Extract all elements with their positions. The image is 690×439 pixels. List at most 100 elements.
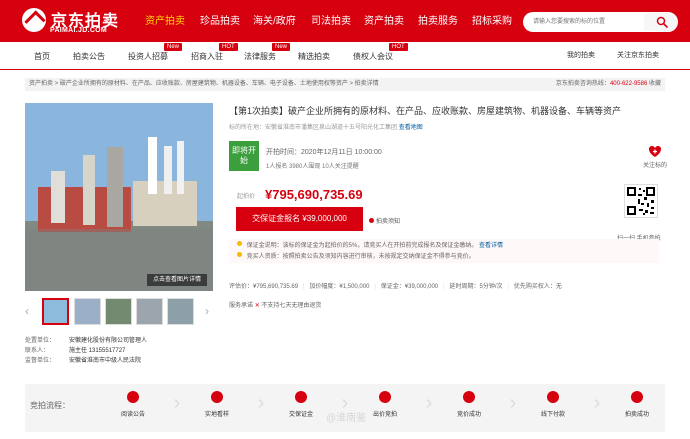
organizer-info: 处置单位： 安徽建化股份有限公司管理人 联系人： 施主任 13155517727 监… — [25, 337, 230, 367]
view-image-details-button[interactable]: 点击查看图片详情 — [147, 274, 207, 286]
auction-location: 标的所在地：安徽省淮南市潘集区泉山湖道十五号阳光化工集团 查看地图 — [229, 124, 423, 133]
warning-dot-icon — [237, 241, 242, 246]
step-label: 阅读公告 — [120, 412, 145, 418]
deposit-amount: 保证金：¥39,000,000 — [380, 284, 439, 290]
search-input[interactable] — [523, 12, 633, 32]
factory-photo-icon — [25, 103, 213, 291]
eye-icon — [211, 391, 223, 403]
location-text: 标的所在地：安徽省淮南市潘集区泉山湖道十五号阳光化工集团 — [229, 125, 398, 131]
auction-meta-row: 评估价：¥795,690,735.69 | 加价幅度：¥1,500,000 | … — [229, 282, 669, 293]
jd-auction-logo[interactable]: 京东拍卖 PAIMAI.JD.COM — [22, 6, 132, 38]
success-icon — [463, 391, 475, 403]
divider: | — [443, 284, 445, 290]
service-commitment: 服务承诺 ✕ 不支持七天无理由退货 — [229, 301, 321, 312]
warning-text: 保证金说明：该标的保证金为起拍价的5%，请竞买人在开拍前完成报名及保证金缴纳。 — [246, 243, 478, 249]
nav-customs-government[interactable]: 海关/政府 — [253, 12, 296, 32]
divider: | — [374, 284, 376, 290]
supervising-unit: 监督单位： 安徽省淮南市中级人民法院 — [25, 358, 142, 364]
sub-nav-home[interactable]: 首页 — [34, 51, 50, 63]
document-icon — [127, 391, 139, 403]
search-box — [523, 12, 643, 32]
auction-main-image[interactable]: 点击查看图片详情 — [25, 103, 213, 291]
hot-badge: HOT — [219, 43, 238, 51]
sub-nav-label: 债权人会议 — [353, 52, 393, 61]
nav-auction-service[interactable]: 拍卖服务 — [418, 12, 458, 32]
bid-increment: 加价幅度：¥1,500,000 — [309, 284, 370, 290]
new-badge: New — [164, 43, 183, 51]
view-map-link[interactable]: 查看地图 — [399, 125, 423, 131]
qr-code-icon — [625, 185, 657, 217]
hotline: 京东拍卖咨询热线：400-622-9586 收藏 — [556, 78, 661, 91]
auction-status-badge: 即将开始 — [229, 141, 259, 171]
nav-procurement[interactable]: 招标采购 — [472, 12, 512, 32]
step-label: 出价竞拍 — [372, 412, 397, 418]
payment-icon — [547, 391, 559, 403]
thumbnail-image[interactable] — [42, 298, 69, 325]
thumbnail-image[interactable] — [74, 298, 101, 325]
process-title: 竞拍流程： — [30, 401, 70, 410]
search-button[interactable] — [643, 12, 678, 32]
nav-asset-auction[interactable]: 资产拍卖 — [145, 12, 185, 32]
auction-process: 竞拍流程： 阅读公告 › 实地看样 › 交保证金 › 出价竞拍 › 竞价成功 ›… — [25, 384, 665, 432]
top-navigation: 京东拍卖 PAIMAI.JD.COM 资产拍卖 珍品拍卖 海关/政府 司法拍卖 … — [0, 0, 690, 42]
step-label: 交保证金 — [288, 412, 313, 418]
process-step-auction-complete: 拍卖成功 — [607, 391, 667, 427]
auction-title: 【第1次拍卖】破产企业所拥有的原材料、在产品、应收账款、房屋建筑物、机器设备、车… — [229, 106, 622, 116]
warning-details-link[interactable]: 查看详情 — [479, 243, 503, 249]
sub-nav-investor-recruitment[interactable]: 投资人招募 New — [128, 43, 183, 63]
thumbnail-image[interactable] — [105, 298, 132, 325]
service-text: 不支持七天无理由退货 — [261, 303, 322, 309]
starting-price: 起拍价 ¥795,690,735.69 — [229, 187, 559, 202]
deposit-signup-button[interactable]: 交保证金报名 ¥39,000,000 — [236, 207, 363, 231]
nav-collectibles[interactable]: 珍品拍卖 — [200, 12, 240, 32]
my-auction-link[interactable]: 我的拍卖 — [567, 50, 595, 62]
collect-link[interactable]: 收藏 — [649, 81, 661, 87]
follow-auction-link[interactable]: 关注京东拍卖 — [617, 50, 659, 62]
deposit-warning: 保证金说明：该标的保证金为起拍价的5%，请竞买人在开拍前完成报名及保证金缴纳。 … — [237, 241, 503, 250]
image-watermark: @淮南鉴 — [326, 413, 367, 424]
qualification-warning: 竞买人资质：按照拍卖公告及须知内容进行审核，未按规定交纳保证金不得参与竞价。 — [237, 252, 475, 261]
sub-nav-featured[interactable]: 精选拍卖 — [298, 51, 330, 63]
divider: | — [507, 284, 509, 290]
thumbnail-prev-icon[interactable]: ‹ — [25, 304, 31, 318]
hotline-label: 京东拍卖咨询热线： — [555, 81, 610, 87]
brand-mark-icon — [22, 8, 46, 32]
thumbnail-next-icon[interactable]: › — [205, 304, 211, 318]
price-value: ¥795,690,735.69 — [265, 187, 363, 202]
sub-nav-legal-service[interactable]: 法律服务 New — [244, 43, 291, 63]
service-label: 服务承诺 — [229, 303, 254, 309]
bid-icon — [379, 391, 391, 403]
brand-domain: PAIMAI.JD.COM — [50, 27, 108, 34]
sub-nav-merchant-entry[interactable]: 招商入驻 HOT — [191, 43, 238, 63]
follow-label: 关注标的 — [642, 163, 667, 169]
sub-nav-label: 法律服务 — [244, 52, 276, 61]
nav-judicial-auction[interactable]: 司法拍卖 — [311, 12, 351, 32]
warning-dot-icon — [237, 252, 242, 257]
hotline-number: 400-622-9586 — [609, 81, 648, 87]
nav-asset-auction-secondary[interactable]: 资产拍卖 — [364, 12, 404, 32]
disposal-unit: 处置单位： 安徽建化股份有限公司管理人 — [25, 338, 148, 344]
process-step-success: 竞价成功 — [439, 391, 499, 427]
step-label: 竞价成功 — [456, 412, 481, 418]
thumbnail-image[interactable] — [167, 298, 194, 325]
breadcrumb: 资产拍卖 > 破产企业所拥有的原材料、在产品、应收账款、房屋建筑物、机器设备、车… — [25, 78, 665, 91]
sub-nav-announcements[interactable]: 拍卖公告 — [73, 51, 105, 63]
not-supported-icon: ✕ — [254, 303, 260, 309]
process-step-read-announcement: 阅读公告 — [103, 391, 163, 427]
auction-start-time: 开拍时间：2020年12月11日 10:00:00 — [266, 149, 382, 156]
sub-nav-creditor-meeting[interactable]: 债权人会议 HOT — [353, 43, 408, 63]
priority-buyer: 优先购买权人：无 — [513, 284, 562, 290]
follow-button[interactable]: 关注标的 — [641, 145, 669, 173]
breadcrumb-path[interactable]: 资产拍卖 > 破产企业所拥有的原材料、在产品、应收账款、房屋建筑物、机器设备、车… — [29, 78, 379, 91]
thumbnail-image[interactable] — [136, 298, 163, 325]
step-label: 线下付款 — [540, 412, 565, 418]
gavel-icon — [631, 391, 643, 403]
auction-notice-link[interactable]: 拍卖须知 — [369, 216, 400, 225]
contact-person: 联系人： 施主任 13155517727 — [25, 348, 126, 354]
divider: | — [302, 284, 305, 290]
auction-warnings: 保证金说明：该标的保证金为起拍价的5%，请竞买人在开拍前完成报名及保证金缴纳。 … — [229, 239, 659, 263]
search-icon — [656, 16, 668, 28]
deposit-icon — [295, 391, 307, 403]
assessment-price: 评估价：¥795,690,735.69 — [229, 284, 299, 290]
hot-badge: HOT — [389, 43, 408, 51]
